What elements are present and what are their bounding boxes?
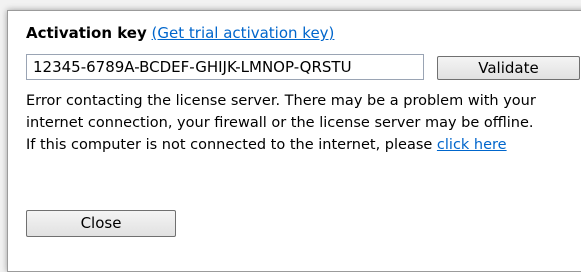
error-line-3: If this computer is not connected to the…	[26, 134, 581, 156]
activation-key-label: Activation key	[26, 24, 147, 42]
activation-dialog: Activation key (Get trial activation key…	[7, 10, 581, 272]
click-here-link[interactable]: click here	[437, 137, 507, 153]
error-line-2: internet connection, your firewall or th…	[26, 115, 534, 131]
activation-key-input[interactable]	[26, 54, 424, 80]
error-message: Error contacting the license server. The…	[26, 90, 581, 156]
error-line-3-text: If this computer is not connected to the…	[26, 137, 437, 153]
error-line-1: Error contacting the license server. The…	[26, 93, 536, 109]
activation-header: Activation key (Get trial activation key…	[26, 24, 334, 42]
trial-key-link[interactable]: (Get trial activation key)	[152, 24, 335, 42]
close-button[interactable]: Close	[26, 210, 176, 237]
validate-button[interactable]: Validate	[437, 56, 580, 80]
